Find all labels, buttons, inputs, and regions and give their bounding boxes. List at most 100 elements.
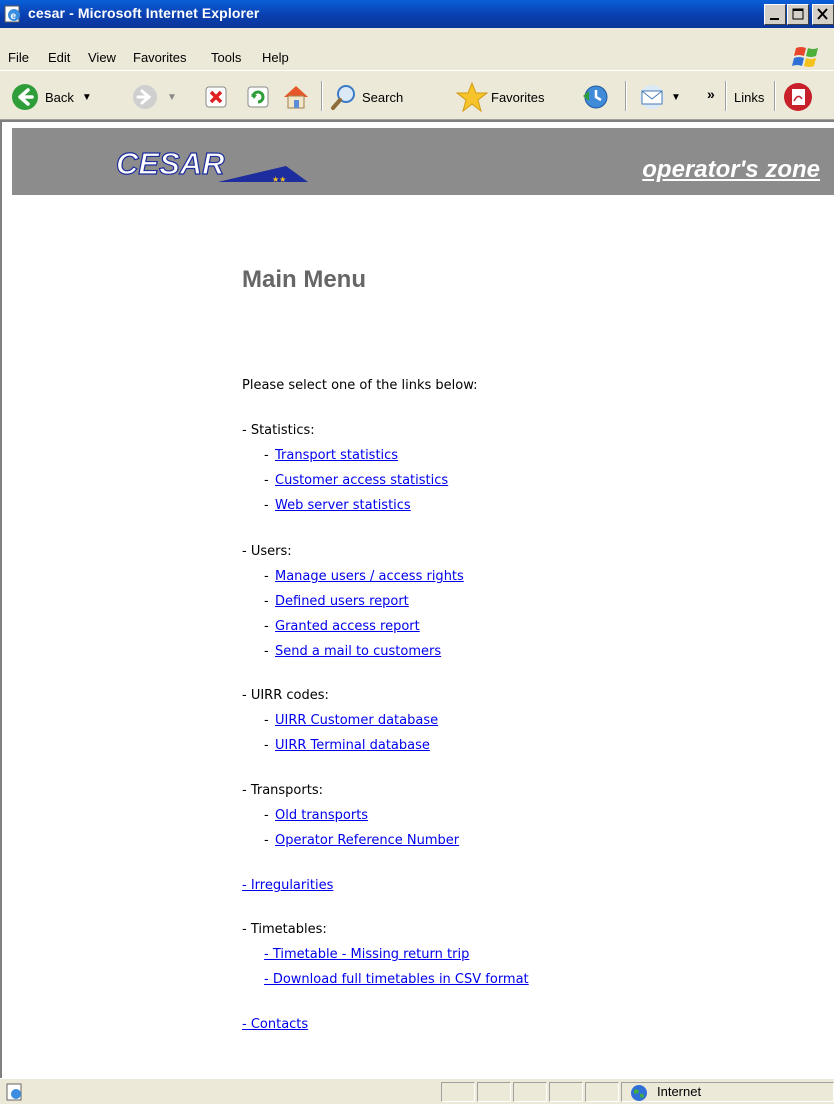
page-status-icon <box>6 1083 22 1101</box>
status-pane <box>441 1082 475 1102</box>
ie-page-icon: e <box>4 5 20 23</box>
status-pane <box>549 1082 583 1102</box>
toolbar-separator <box>321 81 323 111</box>
statistics-heading: - Statistics: <box>242 423 315 438</box>
page-title: Main Menu <box>242 266 366 293</box>
manage-users-link[interactable]: Manage users / access rights <box>275 569 464 584</box>
favorites-button[interactable]: Favorites <box>455 80 544 114</box>
window-title: cesar - Microsoft Internet Explorer <box>28 5 260 21</box>
home-icon <box>284 86 308 109</box>
cesar-logo: CESAR ★★ <box>115 145 308 184</box>
mail-icon <box>640 85 664 109</box>
minimize-icon <box>770 18 779 20</box>
contacts-link[interactable]: - Contacts <box>242 1017 308 1032</box>
bullet-dash: - <box>264 594 269 609</box>
maximize-icon <box>792 8 804 20</box>
forward-button[interactable]: ▼ <box>131 80 177 114</box>
menu-help[interactable]: Help <box>262 50 289 65</box>
menu-bar: File Edit View Favorites Tools Help <box>0 28 834 70</box>
pdf-button[interactable] <box>782 80 814 114</box>
stop-button[interactable] <box>204 80 228 114</box>
uirr-codes-heading: - UIRR codes: <box>242 688 329 703</box>
operators-zone-link[interactable]: operator's zone <box>642 156 820 184</box>
menu-file[interactable]: File <box>8 50 29 65</box>
status-pane <box>513 1082 547 1102</box>
web-server-statistics-link[interactable]: Web server statistics <box>275 498 411 513</box>
svg-text:e: e <box>11 11 17 22</box>
windows-logo-icon <box>792 47 818 67</box>
bullet-dash: - <box>264 644 269 659</box>
menu-favorites[interactable]: Favorites <box>133 50 186 65</box>
standard-toolbar: Back ▼ ▼ Search Favorites ▼ » Links <box>0 70 834 120</box>
history-button[interactable] <box>580 80 610 114</box>
search-button[interactable]: Search <box>330 80 403 114</box>
stop-icon <box>205 86 227 108</box>
back-arrow-icon <box>12 84 38 110</box>
toolbar-separator <box>725 81 727 111</box>
users-heading: - Users: <box>242 544 292 559</box>
maximize-button[interactable] <box>787 4 809 25</box>
status-bar: Internet <box>0 1078 834 1104</box>
customer-access-statistics-link[interactable]: Customer access statistics <box>275 473 448 488</box>
irregularities-link[interactable]: - Irregularities <box>242 878 333 893</box>
favorites-label: Favorites <box>491 89 545 105</box>
intro-text: Please select one of the links below: <box>242 378 478 393</box>
title-bar: e cesar - Microsoft Internet Explorer <box>0 0 834 28</box>
menu-edit[interactable]: Edit <box>48 50 70 65</box>
status-pane <box>477 1082 511 1102</box>
toolbar-separator <box>774 81 776 111</box>
toolbar-separator <box>625 81 627 111</box>
operator-reference-number-link[interactable]: Operator Reference Number <box>275 833 459 848</box>
bullet-dash: - <box>264 498 269 513</box>
back-label: Back <box>45 89 74 105</box>
page-viewport: CESAR ★★ operator's zone Main Menu Pleas… <box>0 120 834 1078</box>
star-icon <box>455 81 489 113</box>
bullet-dash: - <box>264 738 269 753</box>
globe-icon <box>631 1085 647 1101</box>
timetables-heading: - Timetables: <box>242 922 327 937</box>
menu-view[interactable]: View <box>88 50 116 65</box>
bullet-dash: - <box>264 619 269 634</box>
close-button[interactable] <box>812 4 834 25</box>
back-dropdown-icon: ▼ <box>81 91 92 103</box>
zone-pane <box>621 1082 834 1102</box>
uirr-customer-database-link[interactable]: UIRR Customer database <box>275 713 438 728</box>
bullet-dash: - <box>264 473 269 488</box>
minimize-button[interactable] <box>764 4 786 25</box>
timetable-missing-return-link[interactable]: - Timetable - Missing return trip <box>264 947 469 962</box>
bullet-dash: - <box>264 448 269 463</box>
refresh-button[interactable] <box>246 80 270 114</box>
bullet-dash: - <box>264 569 269 584</box>
history-icon <box>583 85 608 109</box>
links-button[interactable]: Links <box>734 80 764 114</box>
menu-tools[interactable]: Tools <box>211 50 241 65</box>
uirr-terminal-database-link[interactable]: UIRR Terminal database <box>275 738 430 753</box>
mail-button[interactable]: ▼ <box>636 80 681 114</box>
defined-users-report-link[interactable]: Defined users report <box>275 594 409 609</box>
close-icon <box>817 8 828 20</box>
security-zone-label: Internet <box>657 1084 702 1099</box>
transport-statistics-link[interactable]: Transport statistics <box>275 448 398 463</box>
back-button[interactable]: Back ▼ <box>10 80 92 114</box>
old-transports-link[interactable]: Old transports <box>275 808 368 823</box>
svg-text:CESAR: CESAR <box>116 146 225 181</box>
bullet-dash: - <box>264 808 269 823</box>
status-pane <box>585 1082 619 1102</box>
forward-arrow-icon <box>133 85 157 109</box>
toolbar-chevron-icon[interactable]: » <box>707 77 715 111</box>
header-banner: CESAR ★★ operator's zone <box>12 128 834 195</box>
bullet-dash: - <box>264 713 269 728</box>
home-button[interactable] <box>281 80 311 114</box>
granted-access-report-link[interactable]: Granted access report <box>275 619 420 634</box>
refresh-icon <box>247 86 269 108</box>
forward-dropdown-icon: ▼ <box>167 91 177 103</box>
search-label: Search <box>362 89 404 105</box>
search-icon <box>331 85 355 110</box>
svg-text:★★: ★★ <box>272 175 286 184</box>
bullet-dash: - <box>264 833 269 848</box>
transports-heading: - Transports: <box>242 783 323 798</box>
pdf-icon <box>784 83 812 111</box>
send-mail-link[interactable]: Send a mail to customers <box>275 644 441 659</box>
download-timetables-csv-link[interactable]: - Download full timetables in CSV format <box>264 972 529 987</box>
mail-dropdown-icon: ▼ <box>671 91 681 103</box>
